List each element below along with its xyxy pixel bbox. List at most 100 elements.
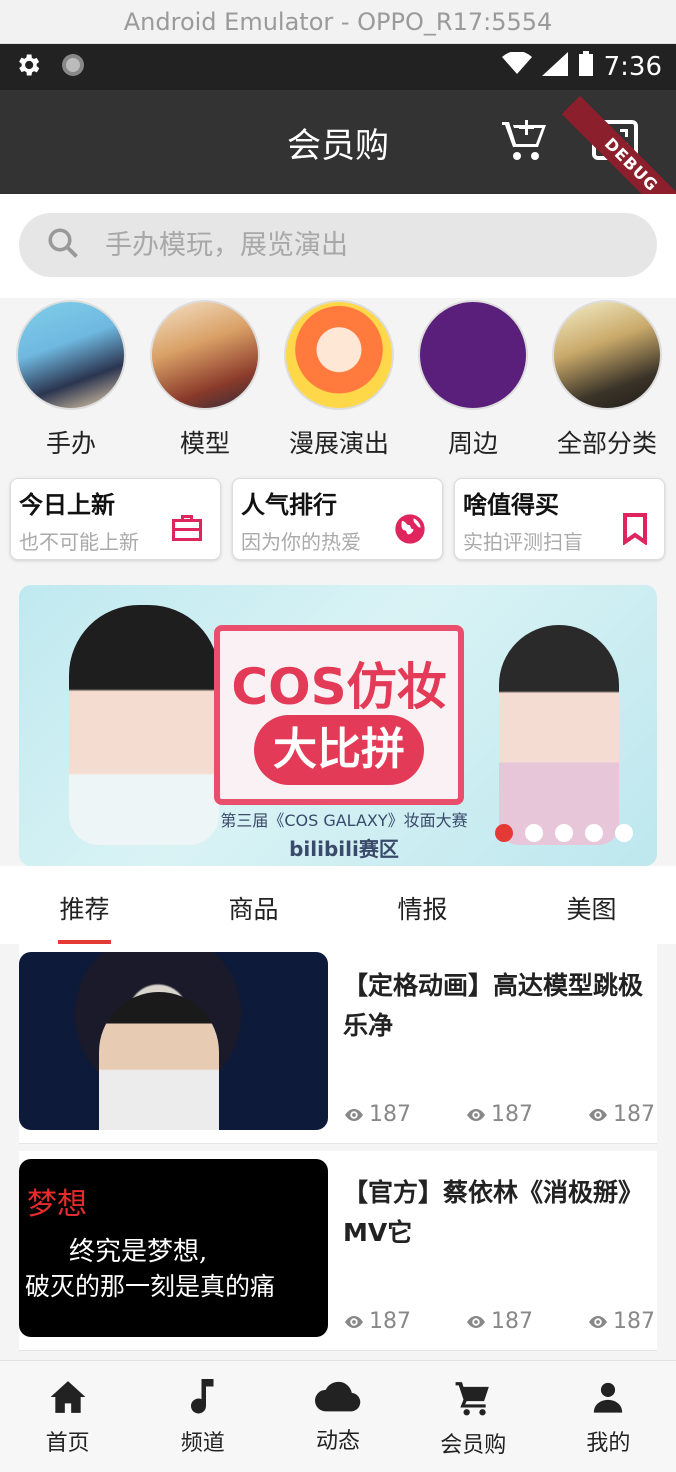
add-cart-button[interactable] <box>500 118 546 166</box>
status-bar: 7:36 <box>0 44 676 90</box>
banner-dot[interactable] <box>495 824 513 842</box>
card-worth-buying[interactable]: 啥值得买 实拍评测扫盲 <box>454 478 665 560</box>
category-avatar <box>150 300 260 410</box>
view-count: 187 <box>589 1309 655 1334</box>
category-avatar <box>418 300 528 410</box>
loading-icon <box>60 52 86 82</box>
category-label: 手办 <box>45 429 96 458</box>
banner-title-line2: 大比拼 <box>254 715 424 785</box>
banner-dot[interactable] <box>525 824 543 842</box>
stat-value: 187 <box>613 1102 655 1127</box>
home-icon <box>49 1381 87 1421</box>
category-label: 周边 <box>447 429 498 458</box>
item-title: 【定格动画】高达模型跳极乐净 <box>343 971 644 1040</box>
emulator-title-bar: Android Emulator - OPPO_R17:5554 <box>0 0 676 44</box>
category-all[interactable]: 全部分类 <box>547 300 667 460</box>
globe-icon <box>394 513 426 549</box>
eye-icon <box>589 1102 607 1127</box>
category-merch[interactable]: 周边 <box>413 300 533 460</box>
nav-dynamic[interactable]: 动态 <box>270 1361 405 1472</box>
cloud-icon <box>315 1381 361 1419</box>
card-new-today[interactable]: 今日上新 也不可能上新 <box>10 478 221 560</box>
person-icon <box>591 1382 625 1421</box>
nav-label: 动态 <box>316 1429 361 1454</box>
search-bar[interactable] <box>19 213 657 277</box>
tab-recommend[interactable]: 推荐 <box>0 866 169 944</box>
battery-icon <box>578 50 594 84</box>
content-list: 【定格动画】高达模型跳极乐净 187 187 187 梦想 终究是梦想, 破灭的… <box>0 944 676 1360</box>
feature-cards: 今日上新 也不可能上新 人气排行 因为你的热爱 啥值得买 实拍评测扫盲 <box>0 470 676 570</box>
item-stats: 187 187 187 <box>345 1102 655 1127</box>
list-item[interactable]: 梦想 终究是梦想, 破灭的那一刻是真的痛 【官方】蔡依林《消极掰》MV它 187… <box>19 1151 657 1351</box>
item-stats: 187 187 187 <box>345 1309 655 1334</box>
list-item[interactable]: 【定格动画】高达模型跳极乐净 187 187 187 <box>19 944 657 1144</box>
nav-label: 首页 <box>45 1431 90 1456</box>
nav-channel[interactable]: 频道 <box>135 1361 270 1472</box>
eye-icon <box>345 1102 363 1127</box>
tab-bar: 推荐 商品 情报 美图 <box>0 866 676 944</box>
banner-right-figure <box>499 625 619 845</box>
view-count: 187 <box>345 1309 411 1334</box>
stat-value: 187 <box>491 1309 533 1334</box>
eye-icon <box>589 1309 607 1334</box>
tab-goods[interactable]: 商品 <box>169 866 338 944</box>
bookmark-icon <box>622 513 648 549</box>
category-figure[interactable]: 手办 <box>11 300 131 460</box>
category-label: 漫展演出 <box>288 429 389 458</box>
cart-icon <box>453 1382 493 1423</box>
thumbnail-text-2: 终究是梦想, <box>69 1237 208 1267</box>
status-time: 7:36 <box>603 52 662 82</box>
promo-banner[interactable]: COS仿妆 大比拼 第三届《COS GALAXY》妆面大赛 bilibili赛区 <box>19 585 657 866</box>
search-section <box>0 194 676 298</box>
item-title: 【官方】蔡依林《消极掰》MV它 <box>343 1178 644 1247</box>
search-input[interactable] <box>105 229 585 261</box>
category-exhibition[interactable]: 漫展演出 <box>279 300 399 460</box>
bottom-nav: 首页 频道 动态 会员购 我的 <box>0 1360 676 1472</box>
music-note-icon <box>186 1379 220 1421</box>
card-popular[interactable]: 人气排行 因为你的热爱 <box>232 478 443 560</box>
stat-value: 187 <box>369 1102 411 1127</box>
category-label: 模型 <box>179 429 230 458</box>
eye-icon <box>345 1309 363 1334</box>
stat-value: 187 <box>369 1309 411 1334</box>
banner-indicator <box>495 824 633 842</box>
view-count: 187 <box>467 1309 533 1334</box>
category-model[interactable]: 模型 <box>145 300 265 460</box>
view-count: 187 <box>467 1102 533 1127</box>
thumbnail-text-3: 破灭的那一刻是真的痛 <box>25 1272 276 1301</box>
banner-subtitle: 第三届《COS GALAXY》妆面大赛 <box>220 811 468 830</box>
nav-vip-shop[interactable]: 会员购 <box>406 1361 541 1472</box>
banner-site: bilibili赛区 <box>289 837 399 861</box>
nav-label: 频道 <box>180 1431 225 1456</box>
wifi-icon <box>501 50 532 83</box>
app-bar: 会员购 DEBUG <box>0 90 676 235</box>
gear-icon <box>14 51 42 83</box>
banner-title-line1: COS仿妆 <box>231 658 447 716</box>
tab-news[interactable]: 情报 <box>338 866 507 944</box>
thumbnail-text-1: 梦想 <box>27 1187 87 1222</box>
search-icon <box>45 225 81 265</box>
category-row: 手办 模型 漫展演出 周边 全部分类 <box>0 298 676 458</box>
signal-icon <box>541 51 568 83</box>
category-avatar <box>284 300 394 410</box>
view-count: 187 <box>345 1102 411 1127</box>
category-avatar <box>16 300 126 410</box>
banner-dot[interactable] <box>615 824 633 842</box>
view-count: 187 <box>589 1102 655 1127</box>
video-thumbnail <box>19 952 328 1130</box>
banner-title-line2-text: 大比拼 <box>273 724 405 775</box>
briefcase-icon <box>170 513 204 547</box>
page-title: 会员购 <box>287 125 389 166</box>
nav-mine[interactable]: 我的 <box>541 1361 676 1472</box>
nav-label: 我的 <box>586 1431 631 1456</box>
banner-dot[interactable] <box>585 824 603 842</box>
video-thumbnail: 梦想 终究是梦想, 破灭的那一刻是真的痛 <box>19 1159 328 1337</box>
nav-home[interactable]: 首页 <box>0 1361 135 1472</box>
stat-value: 187 <box>491 1102 533 1127</box>
thumbnail-person <box>99 992 219 1130</box>
tab-gallery[interactable]: 美图 <box>507 866 676 944</box>
emulator-title: Android Emulator - OPPO_R17:5554 <box>123 7 553 36</box>
nav-label: 会员购 <box>440 1433 507 1458</box>
banner-dot[interactable] <box>555 824 573 842</box>
eye-icon <box>467 1309 485 1334</box>
